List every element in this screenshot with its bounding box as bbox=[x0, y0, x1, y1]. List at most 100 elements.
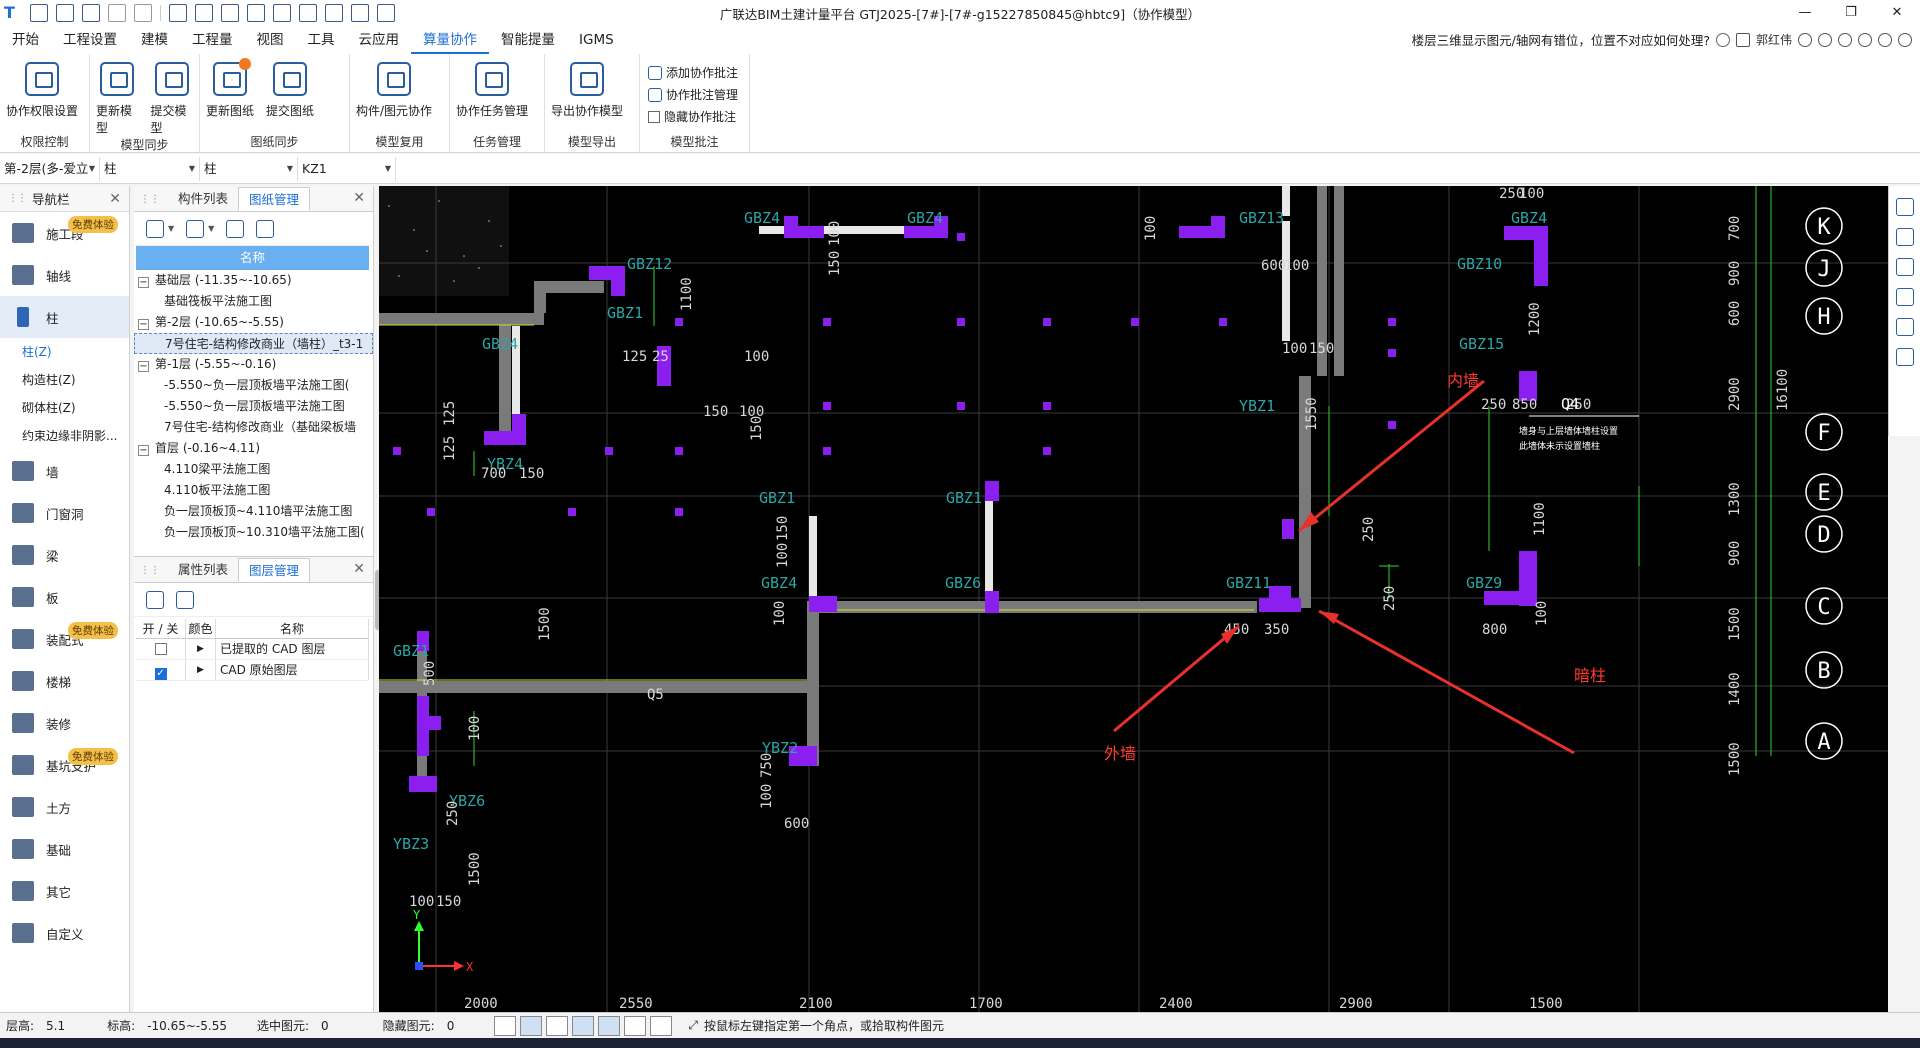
nav-sub-constructional-column[interactable]: 构造柱(Z) bbox=[0, 366, 129, 394]
expand-icon[interactable]: ▶ bbox=[186, 639, 216, 659]
panel-splitter[interactable] bbox=[134, 543, 373, 557]
settings-icon[interactable] bbox=[1878, 32, 1892, 47]
minimize-button[interactable]: — bbox=[1782, 0, 1828, 26]
tree-floor-row[interactable]: − 基础层 (-11.35~-10.65) bbox=[134, 270, 373, 291]
offset-toggle[interactable] bbox=[598, 1015, 621, 1036]
shirt-icon[interactable] bbox=[1858, 32, 1872, 47]
nav-item-other[interactable]: 其它 bbox=[0, 870, 129, 912]
nav-item-door-window[interactable]: 门窗洞 bbox=[0, 492, 129, 534]
menu-smart-extract[interactable]: 智能提量 bbox=[489, 28, 567, 54]
tree-drawing-row[interactable]: 基础筏板平法施工图 bbox=[134, 291, 373, 312]
collapse-icon[interactable]: − bbox=[138, 361, 149, 372]
menu-igms[interactable]: IGMS bbox=[567, 28, 626, 54]
cad-drawing[interactable]: K J H F E D C B A GBZ4 GBZ4 GBZ13 GBZ4 G… bbox=[379, 186, 1888, 1012]
type-select[interactable]: 柱 ▼ bbox=[200, 156, 298, 181]
view-top-icon[interactable] bbox=[1895, 198, 1914, 216]
nav-item-prefab[interactable]: 装配式 免费体验 bbox=[0, 618, 129, 660]
tab-component-list[interactable]: 构件列表 bbox=[168, 187, 238, 211]
menu-tools[interactable]: 工具 bbox=[296, 28, 347, 54]
menu-collaboration[interactable]: 算量协作 bbox=[411, 28, 489, 54]
view-rotate-icon[interactable] bbox=[1895, 318, 1914, 336]
floor-select[interactable]: 第-2层(多-爱立 ▼ bbox=[0, 156, 100, 181]
tree-floor-row[interactable]: − 第-2层 (-10.65~-5.55) bbox=[134, 312, 373, 333]
collapse-icon[interactable]: − bbox=[138, 319, 149, 330]
close-icon[interactable]: ✕ bbox=[353, 190, 365, 206]
pencil-icon[interactable] bbox=[273, 4, 291, 22]
add-drawing-icon[interactable] bbox=[146, 219, 164, 238]
collapse-ribbon-icon[interactable] bbox=[1898, 32, 1912, 47]
restore-button[interactable]: ❐ bbox=[1828, 0, 1874, 26]
search-icon[interactable] bbox=[1715, 32, 1730, 47]
nav-item-stairs[interactable]: 楼梯 bbox=[0, 660, 129, 702]
nav-item-pit-support[interactable]: 基坑支护 免费体验 bbox=[0, 744, 129, 786]
save-icon[interactable] bbox=[82, 4, 100, 22]
nav-item-earthwork[interactable]: 土方 bbox=[0, 786, 129, 828]
layer-hide-icon[interactable] bbox=[176, 590, 194, 609]
view-cube-icon[interactable] bbox=[1895, 258, 1914, 276]
update-model-button[interactable]: 更新模型 bbox=[90, 58, 145, 136]
close-icon[interactable]: ✕ bbox=[109, 191, 121, 207]
annotation-manage-button[interactable]: 协作批注管理 bbox=[648, 86, 738, 103]
drag-handle-icon[interactable]: ⋮⋮ bbox=[140, 565, 160, 576]
tree-drawing-row[interactable]: 7号住宅-结构修改商业（基础梁板墙 bbox=[134, 417, 373, 438]
layer-toggle-checkbox[interactable] bbox=[154, 643, 167, 655]
tree-drawing-row-selected[interactable]: 7号住宅-结构修改商业（墙柱）_t3-1 bbox=[134, 333, 373, 354]
add-annotation-button[interactable]: 添加协作批注 bbox=[648, 64, 738, 81]
user-name[interactable]: 郭红伟 bbox=[1756, 31, 1792, 48]
menu-view[interactable]: 视图 bbox=[245, 28, 296, 54]
drag-handle-icon[interactable]: ⋮⋮ bbox=[8, 193, 27, 204]
open-folder-icon[interactable] bbox=[56, 4, 74, 22]
snap-toggle[interactable] bbox=[520, 1015, 543, 1036]
menu-cloud[interactable]: 云应用 bbox=[347, 28, 412, 54]
check-icon[interactable] bbox=[221, 4, 239, 22]
tab-property-list[interactable]: 属性列表 bbox=[168, 558, 238, 582]
layer-toggle-checkbox[interactable]: ✓ bbox=[154, 668, 167, 680]
menu-project-settings[interactable]: 工程设置 bbox=[51, 28, 129, 54]
submit-drawing-button[interactable]: 提交图纸 bbox=[260, 58, 320, 133]
chevron-down-icon[interactable]: ▼ bbox=[168, 224, 174, 233]
display-toggle[interactable] bbox=[624, 1015, 647, 1036]
nav-item-decoration[interactable]: 装修 bbox=[0, 702, 129, 744]
edit-drawing-icon[interactable] bbox=[186, 219, 205, 238]
redo-icon[interactable] bbox=[134, 4, 152, 22]
table-icon[interactable] bbox=[325, 4, 343, 22]
calculator-icon[interactable] bbox=[169, 4, 187, 22]
nav-item-slab[interactable]: 板 bbox=[0, 576, 129, 618]
tree-drawing-row[interactable]: -5.550~负一层顶板墙平法施工图 bbox=[134, 396, 373, 417]
nav-item-column[interactable]: 柱 bbox=[0, 296, 129, 338]
grid-select-icon[interactable] bbox=[247, 4, 265, 22]
tab-layer-management[interactable]: 图层管理 bbox=[238, 558, 311, 582]
submit-model-button[interactable]: 提交模型 bbox=[145, 58, 200, 136]
nav-sub-column[interactable]: 柱(Z) bbox=[0, 338, 129, 366]
close-button[interactable]: ✕ bbox=[1874, 0, 1920, 26]
view-cube-alt-icon[interactable] bbox=[1895, 288, 1914, 306]
headset-icon[interactable] bbox=[1798, 32, 1812, 47]
task-management-button[interactable]: 协作任务管理 bbox=[450, 58, 534, 133]
column-tool-icon[interactable] bbox=[299, 4, 317, 22]
chevron-down-icon[interactable]: ▼ bbox=[208, 224, 214, 233]
view-3d-icon[interactable] bbox=[1895, 228, 1914, 246]
angle-toggle[interactable] bbox=[572, 1015, 595, 1036]
tree-floor-row[interactable]: − 第-1层 (-5.55~-0.16) bbox=[134, 354, 373, 375]
nav-item-foundation[interactable]: 基础 bbox=[0, 828, 129, 870]
menu-start[interactable]: 开始 bbox=[0, 28, 51, 54]
nav-sub-masonry-column[interactable]: 砌体柱(Z) bbox=[0, 394, 129, 422]
help-icon[interactable] bbox=[1838, 32, 1852, 47]
tree-drawing-row[interactable]: 负一层顶板顶~4.110墙平法施工图 bbox=[134, 501, 373, 522]
component-select[interactable]: KZ1 ▼ bbox=[298, 156, 396, 181]
cross-toggle[interactable] bbox=[546, 1015, 569, 1036]
tree-floor-row[interactable]: − 首层 (-0.16~4.11) bbox=[134, 438, 373, 459]
new-file-icon[interactable] bbox=[30, 4, 48, 22]
message-icon[interactable] bbox=[1818, 32, 1832, 47]
nav-item-wall[interactable]: 墙 bbox=[0, 450, 129, 492]
hide-annotation-checkbox[interactable]: 隐藏协作批注 bbox=[648, 108, 738, 125]
tree-drawing-row[interactable]: 4.110板平法施工图 bbox=[134, 480, 373, 501]
layout-icon[interactable] bbox=[351, 4, 369, 22]
tree-drawing-row[interactable]: 负一层顶板顶~10.310墙平法施工图( bbox=[134, 522, 373, 543]
export-model-button[interactable]: 导出协作模型 bbox=[545, 58, 629, 133]
refresh-icon[interactable] bbox=[226, 219, 245, 238]
category-select[interactable]: 柱 ▼ bbox=[100, 156, 200, 181]
close-icon[interactable]: ✕ bbox=[353, 561, 365, 577]
checkbox[interactable] bbox=[648, 110, 660, 123]
nav-item-axis[interactable]: 轴线 bbox=[0, 254, 129, 296]
